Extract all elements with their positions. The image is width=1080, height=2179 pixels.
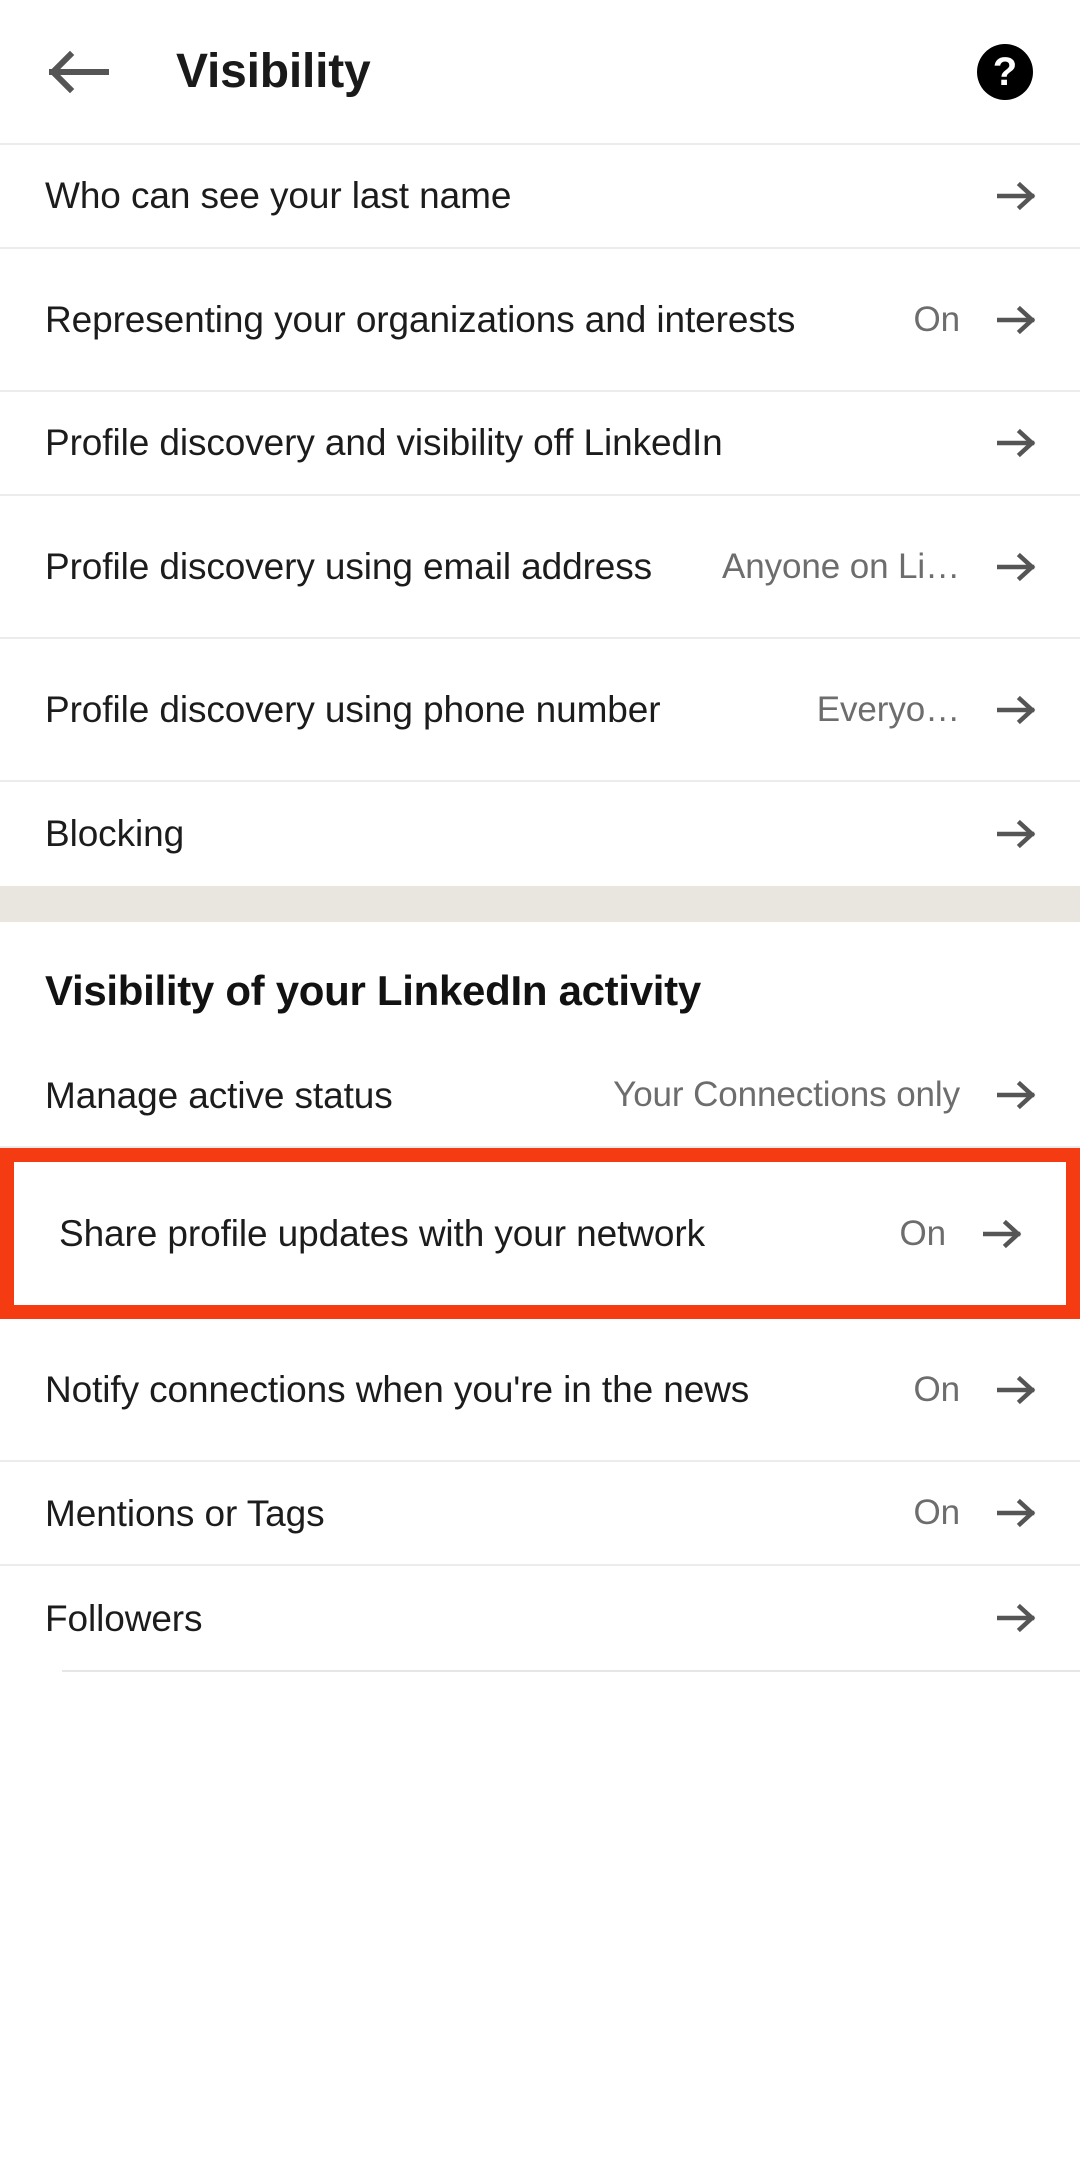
list-item-followers[interactable]: Followers <box>0 1566 1080 1671</box>
arrow-right-icon <box>994 811 1040 857</box>
back-arrow-icon[interactable] <box>36 29 122 115</box>
bottom-spacer <box>0 1672 1080 2179</box>
list-item-profile-discovery-phone[interactable]: Profile discovery using phone number Eve… <box>0 639 1080 782</box>
list-item-value: On <box>899 1213 947 1253</box>
app-bar: Visibility ? <box>0 0 1080 145</box>
section-separator-band <box>0 886 1080 922</box>
list-item-label: Mentions or Tags <box>45 1492 325 1534</box>
list-item-value: On <box>913 299 961 339</box>
list-item-value: On <box>913 1493 961 1533</box>
arrow-right-icon <box>994 1595 1040 1641</box>
list-item-label: Share profile updates with your network <box>59 1213 706 1255</box>
list-item-manage-active-status[interactable]: Manage active status Your Connections on… <box>0 1044 1080 1149</box>
visibility-settings-screen: Visibility ? Who can see your last name … <box>0 0 1080 2179</box>
highlight-annotation-box: Share profile updates with your network … <box>0 1148 1080 1320</box>
page-title: Visibility <box>176 44 371 98</box>
list-item-value: On <box>913 1369 961 1409</box>
arrow-right-icon <box>994 544 1040 590</box>
list-item-share-profile-updates[interactable]: Share profile updates with your network … <box>14 1162 1066 1306</box>
arrow-right-icon <box>994 173 1040 219</box>
list-item-notify-connections-news[interactable]: Notify connections when you're in the ne… <box>0 1319 1080 1463</box>
list-item-mentions-or-tags[interactable]: Mentions or Tags On <box>0 1462 1080 1567</box>
list-item-label: Blocking <box>45 813 185 855</box>
list-item-profile-discovery-off-linkedin[interactable]: Profile discovery and visibility off Lin… <box>0 392 1080 496</box>
list-item-label: Profile discovery using phone number <box>45 688 661 730</box>
list-item-value: Everyo… <box>816 689 960 729</box>
list-item-label: Notify connections when you're in the ne… <box>45 1369 750 1411</box>
list-item-who-can-see-last-name[interactable]: Who can see your last name <box>0 145 1080 249</box>
arrow-right-icon <box>994 1490 1040 1536</box>
arrow-right-icon <box>994 297 1040 343</box>
arrow-right-icon <box>994 687 1040 733</box>
list-item-representing-organizations[interactable]: Representing your organizations and inte… <box>0 249 1080 392</box>
list-item-label: Profile discovery and visibility off Lin… <box>45 422 723 464</box>
section-heading: Visibility of your LinkedIn activity <box>45 967 701 1014</box>
list-item-profile-discovery-email[interactable]: Profile discovery using email address An… <box>0 496 1080 639</box>
list-item-label: Manage active status <box>45 1074 393 1116</box>
list-item-value: Your Connections only <box>613 1075 960 1115</box>
arrow-right-icon <box>994 420 1040 466</box>
help-circle-icon[interactable]: ? <box>970 37 1040 107</box>
arrow-right-icon <box>994 1072 1040 1118</box>
list-item-label: Profile discovery using email address <box>45 545 653 587</box>
help-glyph: ? <box>977 43 1033 100</box>
profile-visibility-list: Who can see your last name Representing … <box>0 145 1080 886</box>
list-item-blocking[interactable]: Blocking <box>0 782 1080 886</box>
activity-visibility-list: Manage active status Your Connections on… <box>0 1044 1080 1673</box>
arrow-right-icon <box>980 1211 1026 1257</box>
list-item-label: Followers <box>45 1597 203 1639</box>
list-item-label: Representing your organizations and inte… <box>45 298 796 340</box>
arrow-right-icon <box>994 1367 1040 1413</box>
list-item-value: Anyone on Li… <box>721 546 960 586</box>
list-item-label: Who can see your last name <box>45 175 512 217</box>
section-heading-container: Visibility of your LinkedIn activity <box>0 922 1080 1045</box>
